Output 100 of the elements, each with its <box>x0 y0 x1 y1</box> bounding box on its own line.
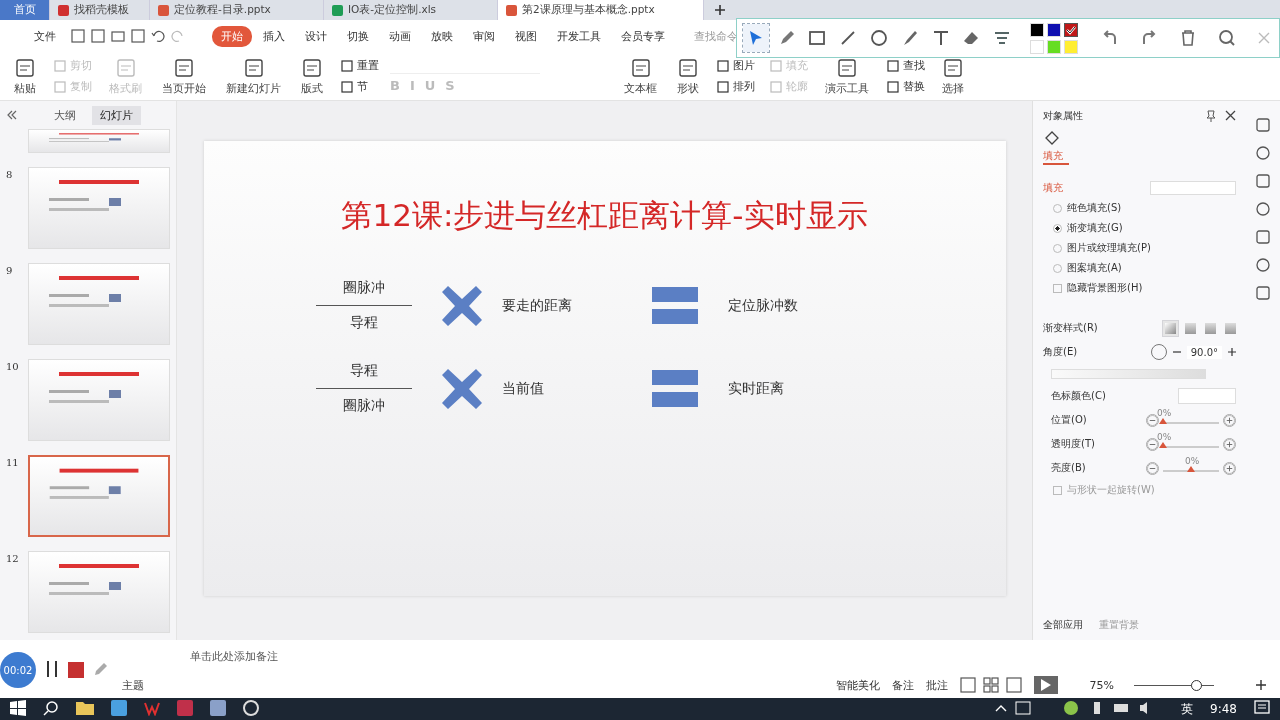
ribbon-tab[interactable]: 审阅 <box>464 25 504 47</box>
file-icon <box>332 4 343 16</box>
ribbon-tab[interactable]: 动画 <box>380 25 420 47</box>
sidebar-icon[interactable] <box>1255 285 1271 301</box>
plus-icon[interactable] <box>1228 348 1236 356</box>
theme-label: 主题 <box>122 677 144 693</box>
document-icon <box>677 56 699 79</box>
notes-button[interactable]: 备注 <box>891 677 914 693</box>
sidebar-icon[interactable] <box>1255 229 1271 245</box>
ribbon-button[interactable]: 排列 <box>713 78 758 95</box>
slider-thumb[interactable] <box>1187 466 1195 472</box>
square-icon <box>769 79 783 94</box>
sidebar-icon[interactable] <box>1255 257 1271 273</box>
slider-reading: 0% <box>1157 408 1172 418</box>
sidebar-icon[interactable] <box>1255 145 1271 161</box>
gradient-style-button[interactable] <box>1225 322 1236 334</box>
notes-placeholder[interactable]: 单击此处添加备注 <box>190 648 278 664</box>
ribbon-button[interactable]: 替换 <box>883 78 928 95</box>
fill-tab[interactable]: 填充 <box>1043 129 1069 165</box>
panel-tab[interactable]: 大纲 <box>46 105 84 125</box>
plus-icon[interactable] <box>1223 413 1236 427</box>
input-method-indicator[interactable]: 英 <box>1181 700 1194 718</box>
field-label: 色标颜色(C) <box>1051 389 1106 403</box>
color-swatch[interactable] <box>1064 22 1079 37</box>
gradient-style-button[interactable] <box>1185 322 1196 334</box>
zoom-thumb[interactable] <box>1191 679 1203 691</box>
ribbon-button[interactable]: 图片 <box>713 57 758 74</box>
field-label: 透明度(T) <box>1051 437 1095 451</box>
windows-start-icon[interactable] <box>10 699 26 719</box>
sidebar-icon[interactable] <box>1255 173 1271 189</box>
ribbon-button[interactable]: 版式 <box>295 54 329 98</box>
zoom-level[interactable]: 75% <box>1089 678 1114 692</box>
ribbon-tab[interactable]: 插入 <box>254 25 294 47</box>
angle-field[interactable]: 90.0° <box>1186 345 1222 359</box>
ribbon-tab[interactable]: 设计 <box>296 25 336 47</box>
clock[interactable]: 9:48 <box>1210 702 1237 716</box>
minus-icon[interactable] <box>1146 461 1159 475</box>
pin-icon[interactable] <box>1205 110 1217 122</box>
document-icon <box>173 56 195 79</box>
checkbox[interactable] <box>1053 485 1062 495</box>
plus-icon[interactable] <box>1223 461 1236 475</box>
document-icon <box>242 56 265 79</box>
folder-icon[interactable] <box>76 700 94 718</box>
field-label: 角度(E) <box>1043 345 1078 359</box>
slide-thumbnail[interactable] <box>28 455 170 537</box>
ribbon-tab[interactable]: 开发工具 <box>548 25 610 47</box>
option-label: 图案填充(A) <box>1067 261 1122 275</box>
ribbon-button[interactable]: 粘贴 <box>8 54 42 98</box>
play-button[interactable] <box>1033 676 1058 694</box>
minus-icon[interactable] <box>1146 413 1159 427</box>
panel-tab[interactable]: 幻灯片 <box>92 105 141 125</box>
comments-button[interactable]: 批注 <box>925 677 948 693</box>
color-dropdown[interactable] <box>1178 388 1236 404</box>
ribbon-button[interactable]: 查找 <box>883 57 928 74</box>
sidebar-icon[interactable] <box>1255 201 1271 217</box>
zoom-in-icon[interactable] <box>1256 680 1266 690</box>
ribbon-button[interactable]: 形状 <box>671 54 705 98</box>
beautify-button[interactable]: 智能美化 <box>835 677 880 693</box>
file-icon <box>158 4 169 16</box>
ribbon-button[interactable]: 演示工具 <box>819 54 875 98</box>
ribbon-button[interactable]: 当页开始 <box>156 54 212 98</box>
numerator: 导程 <box>349 362 378 380</box>
file-menu[interactable]: 文件 <box>14 25 64 47</box>
app-icon[interactable] <box>111 699 127 719</box>
radio-button[interactable] <box>1053 223 1062 233</box>
minus-icon[interactable] <box>1146 437 1159 451</box>
document-icon <box>114 56 137 79</box>
slider-reading: 0% <box>1157 432 1172 442</box>
ribbon-tab[interactable]: 视图 <box>506 25 546 47</box>
slider-thumb[interactable] <box>1159 418 1167 424</box>
ribbon-tab[interactable]: 会员专享 <box>612 25 674 47</box>
square-icon <box>716 58 730 73</box>
option-label: 隐藏背景图形(H) <box>1067 281 1143 295</box>
slide-canvas[interactable]: 第12课:步进与丝杠距离计算-实时显示 圈脉冲 导程 要走的距离 定位脉冲数 导程 圈脉冲 当前值 实时距离 <box>203 141 1006 596</box>
apply-all-button[interactable]: 全部应用 <box>1043 618 1083 632</box>
ribbon-tab[interactable]: 切换 <box>338 25 378 47</box>
pointer-icon[interactable] <box>743 24 769 52</box>
collapse-icon[interactable] <box>6 110 18 120</box>
ribbon-button[interactable]: 选择 <box>936 54 970 98</box>
plus-icon[interactable] <box>1223 437 1236 451</box>
ribbon-tab[interactable]: 放映 <box>422 25 462 47</box>
ribbon-button[interactable]: 文本框 <box>618 54 663 98</box>
slide-number: 11 <box>6 456 20 470</box>
gradient-style-button[interactable] <box>1165 322 1176 334</box>
document-tab[interactable]: 第2课原理与基本概念.pptx <box>498 0 704 20</box>
app-icon[interactable] <box>243 699 259 719</box>
ribbon-button[interactable]: 新建幻灯片 <box>220 54 287 98</box>
ribbon-button[interactable]: 节 <box>337 78 382 95</box>
view-mode-icons[interactable] <box>959 677 1022 693</box>
slider-thumb[interactable] <box>1159 442 1167 448</box>
document-tab[interactable]: 首页 <box>0 0 50 20</box>
sidebar-icon[interactable] <box>1255 117 1271 133</box>
ribbon-tab[interactable]: 开始 <box>212 25 252 47</box>
gradient-style-button[interactable] <box>1205 322 1216 334</box>
ribbon-button[interactable]: 重置 <box>337 57 382 74</box>
checkbox[interactable] <box>1053 283 1062 293</box>
section-title[interactable]: 填充 <box>1043 181 1063 195</box>
app-icon[interactable] <box>210 699 226 719</box>
close-icon[interactable] <box>1225 110 1236 121</box>
minus-icon[interactable] <box>1172 348 1181 356</box>
